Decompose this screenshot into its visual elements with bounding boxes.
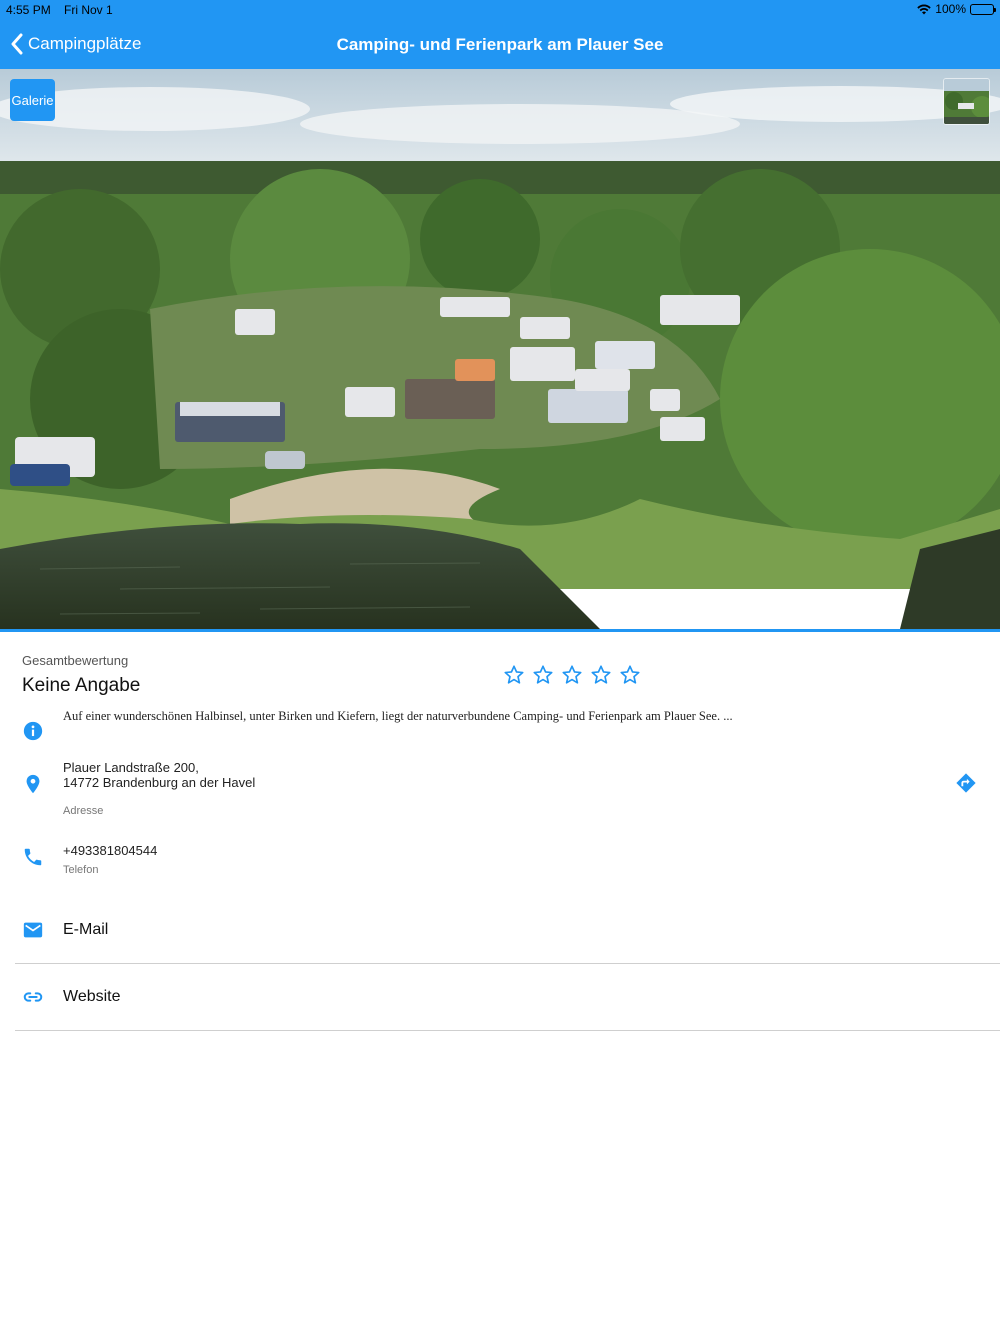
star-rating[interactable]	[503, 664, 641, 686]
campsite-photo[interactable]	[0, 69, 1000, 629]
photo-divider	[0, 629, 1000, 632]
email-row[interactable]: E-Mail	[15, 898, 1000, 964]
website-label: Website	[63, 988, 121, 1005]
star-icon[interactable]	[590, 664, 612, 686]
link-icon	[23, 992, 43, 1002]
info-icon	[23, 721, 43, 741]
gallery-button[interactable]: Galerie	[10, 79, 55, 121]
status-date: Fri Nov 1	[64, 3, 113, 17]
location-pin-icon	[26, 774, 40, 794]
star-icon[interactable]	[561, 664, 583, 686]
phone-icon[interactable]	[22, 846, 44, 868]
photo-thumbnail[interactable]	[943, 78, 990, 125]
star-icon[interactable]	[503, 664, 525, 686]
address-line1: Plauer Landstraße 200,	[63, 760, 199, 775]
page-title: Camping- und Ferienpark am Plauer See	[336, 35, 664, 54]
rating-value: Keine Angabe	[22, 675, 141, 696]
back-label: Campingplätze	[28, 34, 142, 53]
address-line2: 14772 Brandenburg an der Havel	[63, 775, 256, 790]
status-time: 4:55 PM	[6, 3, 51, 17]
status-right: 100%	[917, 2, 996, 16]
phone-number[interactable]: +493381804544	[63, 843, 157, 858]
directions-icon[interactable]	[955, 772, 977, 794]
back-button[interactable]: Campingplätze	[10, 33, 141, 55]
star-icon[interactable]	[619, 664, 641, 686]
navigation-bar: 4:55 PM Fri Nov 1 100% Campingplätze Cam…	[0, 0, 1000, 69]
address-label: Adresse	[63, 805, 104, 817]
email-label: E-Mail	[63, 921, 109, 938]
status-bar: 4:55 PM Fri Nov 1 100%	[0, 0, 1000, 20]
phone-label: Telefon	[63, 864, 99, 876]
address-text: Plauer Landstraße 200, 14772 Brandenburg…	[63, 760, 255, 790]
battery-percent: 100%	[935, 2, 966, 16]
rating-label: Gesamtbewertung	[22, 653, 129, 668]
website-row[interactable]: Website	[15, 965, 1000, 1031]
star-icon[interactable]	[532, 664, 554, 686]
battery-icon	[970, 3, 996, 15]
chevron-left-icon	[11, 33, 23, 55]
wifi-icon	[917, 4, 931, 14]
mail-icon	[23, 922, 43, 938]
description-text: Auf einer wunderschönen Halbinsel, unter…	[63, 709, 733, 723]
